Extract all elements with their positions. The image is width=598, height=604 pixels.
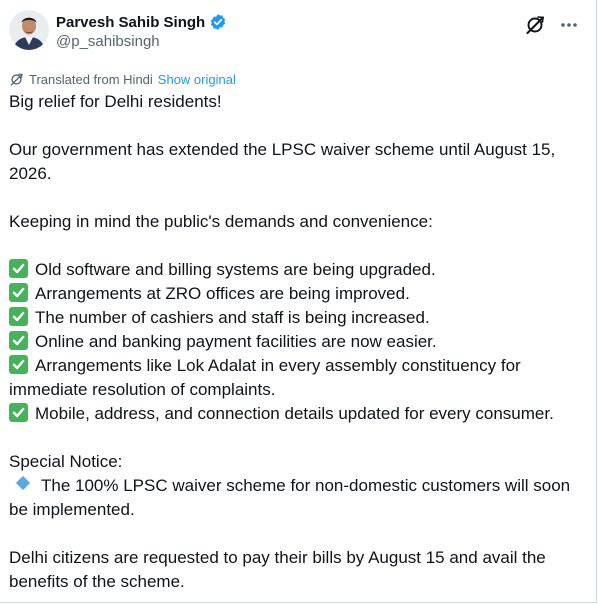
checklist-item-text: Old software and billing systems are bei… [35, 260, 436, 279]
notice-item: The 100% LPSC waiver scheme for non-dome… [9, 474, 581, 522]
checklist-item: The number of cashiers and staff is bein… [9, 306, 581, 330]
translated-label: Translated from Hindi [29, 71, 153, 87]
checklist-item-text: Online and banking payment facilities ar… [35, 332, 437, 351]
author-handle[interactable]: @p_sahibsingh [56, 33, 227, 50]
tweet-card: Parvesh Sahib Singh @p_sahibsingh Transl… [0, 0, 597, 603]
check-mark-icon [9, 259, 28, 278]
author-block: Parvesh Sahib Singh @p_sahibsingh [56, 12, 227, 50]
keeping-in-mind-text: Keeping in mind the public's demands and… [9, 212, 433, 231]
checklist-item-text: The number of cashiers and staff is bein… [35, 308, 430, 327]
blue-diamond-icon [15, 475, 31, 491]
check-mark-icon [9, 355, 28, 374]
checklist-item-text: Arrangements at ZRO offices are being im… [35, 284, 410, 303]
checklist-item-text: Arrangements like Lok Adalat in every as… [9, 356, 521, 399]
check-mark-icon [9, 283, 28, 302]
check-mark-icon [9, 403, 28, 422]
notice-item-text: The 100% LPSC waiver scheme for non-dome… [9, 476, 571, 519]
check-mark-icon [9, 331, 28, 350]
checklist-item: Arrangements like Lok Adalat in every as… [9, 354, 581, 402]
verified-badge-icon[interactable] [209, 13, 227, 31]
translation-bar: Translated from Hindi Show original [9, 70, 236, 88]
more-icon[interactable] [558, 14, 580, 36]
intro-text: Big relief for Delhi residents! [9, 92, 222, 111]
author-display-name[interactable]: Parvesh Sahib Singh [56, 14, 205, 31]
header-actions [524, 14, 580, 36]
translate-icon [9, 72, 24, 87]
checklist-item: Mobile, address, and connection details … [9, 402, 581, 426]
show-original-link[interactable]: Show original [158, 72, 236, 87]
closing-text: Delhi citizens are requested to pay thei… [9, 548, 546, 591]
checklist-item: Old software and billing systems are bei… [9, 258, 581, 282]
extension-text: Our government has extended the LPSC wai… [9, 140, 556, 183]
tweet-text: Big relief for Delhi residents! Our gove… [9, 90, 581, 594]
checklist-item: Arrangements at ZRO offices are being im… [9, 282, 581, 306]
special-notice-heading: Special Notice: [9, 452, 123, 471]
tweet-header: Parvesh Sahib Singh @p_sahibsingh [9, 10, 580, 56]
checklist-item-text: Mobile, address, and connection details … [35, 404, 554, 423]
check-mark-icon [9, 307, 28, 326]
checklist-item: Online and banking payment facilities ar… [9, 330, 581, 354]
grok-icon[interactable] [524, 14, 546, 36]
avatar[interactable] [9, 10, 49, 50]
